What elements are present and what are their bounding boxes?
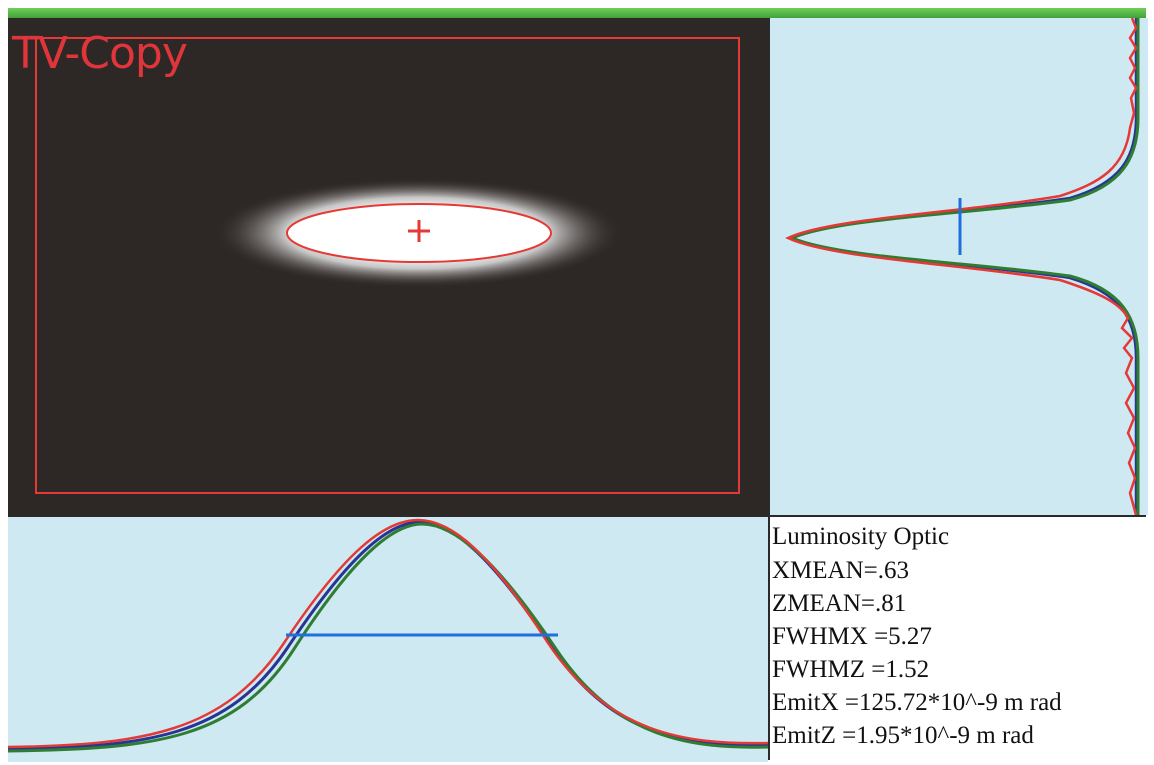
tv-copy-image-panel: TV-Copy xyxy=(8,18,768,515)
beam-monitor-window: TV-Copy Luminosity Optic XMEAN=.63 ZMEAN… xyxy=(0,0,1154,765)
tv-copy-title: TV-Copy xyxy=(12,28,188,79)
horizontal-profile-fit-curve xyxy=(8,522,768,753)
horizontal-profile-panel xyxy=(8,515,768,762)
vertical-profile-panel xyxy=(768,18,1148,515)
fwhmz-value: FWHMZ =1.52 xyxy=(772,656,930,683)
horizontal-profile-plot xyxy=(8,518,768,753)
emitz-value: EmitZ =1.95*10^-9 m rad xyxy=(772,722,1034,749)
zmean-value: ZMEAN=.81 xyxy=(772,590,907,617)
emitx-value: EmitX =125.72*10^-9 m rad xyxy=(772,689,1062,716)
vertical-profile-plot xyxy=(785,18,1140,515)
vertical-profile-measured-curve xyxy=(785,18,1138,515)
tv-image-canvas xyxy=(35,37,740,494)
xmean-value: XMEAN=.63 xyxy=(772,557,910,584)
fwhmx-value: FWHMX =5.27 xyxy=(772,623,932,650)
luminosity-optic-info-panel: Luminosity Optic XMEAN=.63 ZMEAN=.81 FWH… xyxy=(768,515,1146,760)
info-heading: Luminosity Optic xyxy=(772,523,950,550)
